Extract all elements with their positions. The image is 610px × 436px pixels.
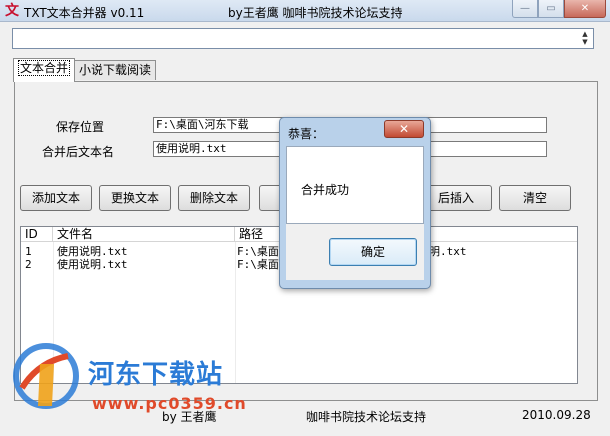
dialog-close-icon[interactable]: ✕ <box>384 120 424 138</box>
spin-up-icon[interactable]: ▲ <box>579 30 591 38</box>
footer-date: 2010.09.28 <box>522 408 591 422</box>
row-path-tail: 明.txt <box>429 245 467 258</box>
title-bar: 文 TXT文本合并器 v0.11 by王者鹰 咖啡书院技术论坛支持 — ▭ ✕ <box>0 0 610 22</box>
window-subtitle: by王者鹰 咖啡书院技术论坛支持 <box>228 6 403 20</box>
window-controls: — ▭ ✕ <box>512 0 606 20</box>
watermark-logo-icon <box>13 343 79 409</box>
app-icon: 文 <box>5 3 19 19</box>
footer-author: by 王者鹰 <box>162 410 217 424</box>
replace-text-button[interactable]: 更换文本 <box>99 185 171 211</box>
tab-text-merge[interactable]: 文本合并 <box>13 58 76 82</box>
top-input-field[interactable] <box>12 28 594 49</box>
column-divider <box>235 242 236 383</box>
add-text-button[interactable]: 添加文本 <box>20 185 92 211</box>
close-button[interactable]: ✕ <box>564 0 606 18</box>
maximize-button[interactable]: ▭ <box>538 0 564 18</box>
merged-name-label: 合并后文本名 <box>42 145 115 159</box>
spin-down-icon[interactable]: ▼ <box>579 38 591 46</box>
dialog-message: 合并成功 <box>301 183 350 197</box>
dialog-button-bar: 确定 <box>286 224 424 280</box>
row-filename: 使用说明.txt <box>57 258 128 271</box>
footer-support: 咖啡书院技术论坛支持 <box>306 410 427 424</box>
ok-button[interactable]: 确定 <box>329 238 417 266</box>
delete-text-button[interactable]: 删除文本 <box>178 185 250 211</box>
col-filename[interactable]: 文件名 <box>53 227 235 242</box>
watermark-site-name: 河东下载站 <box>88 360 224 390</box>
minimize-button[interactable]: — <box>512 0 538 18</box>
save-location-label: 保存位置 <box>56 120 105 134</box>
tab-novel-download[interactable]: 小说下载阅读 <box>74 60 157 80</box>
clear-button[interactable]: 清空 <box>499 185 571 211</box>
row-id: 2 <box>25 258 32 271</box>
row-filename: 使用说明.txt <box>57 245 128 258</box>
dialog-title: 恭喜： <box>288 127 325 141</box>
window-title: TXT文本合并器 v0.11 <box>24 6 145 20</box>
col-id[interactable]: ID <box>21 227 53 242</box>
message-dialog: 恭喜： ✕ 合并成功 确定 <box>279 117 431 289</box>
row-id: 1 <box>25 245 32 258</box>
dialog-body: 合并成功 <box>286 146 424 224</box>
row-path: F:\桌面 <box>237 245 279 258</box>
row-path: F:\桌面 <box>237 258 279 271</box>
spin-buttons[interactable]: ▲ ▼ <box>579 30 591 46</box>
